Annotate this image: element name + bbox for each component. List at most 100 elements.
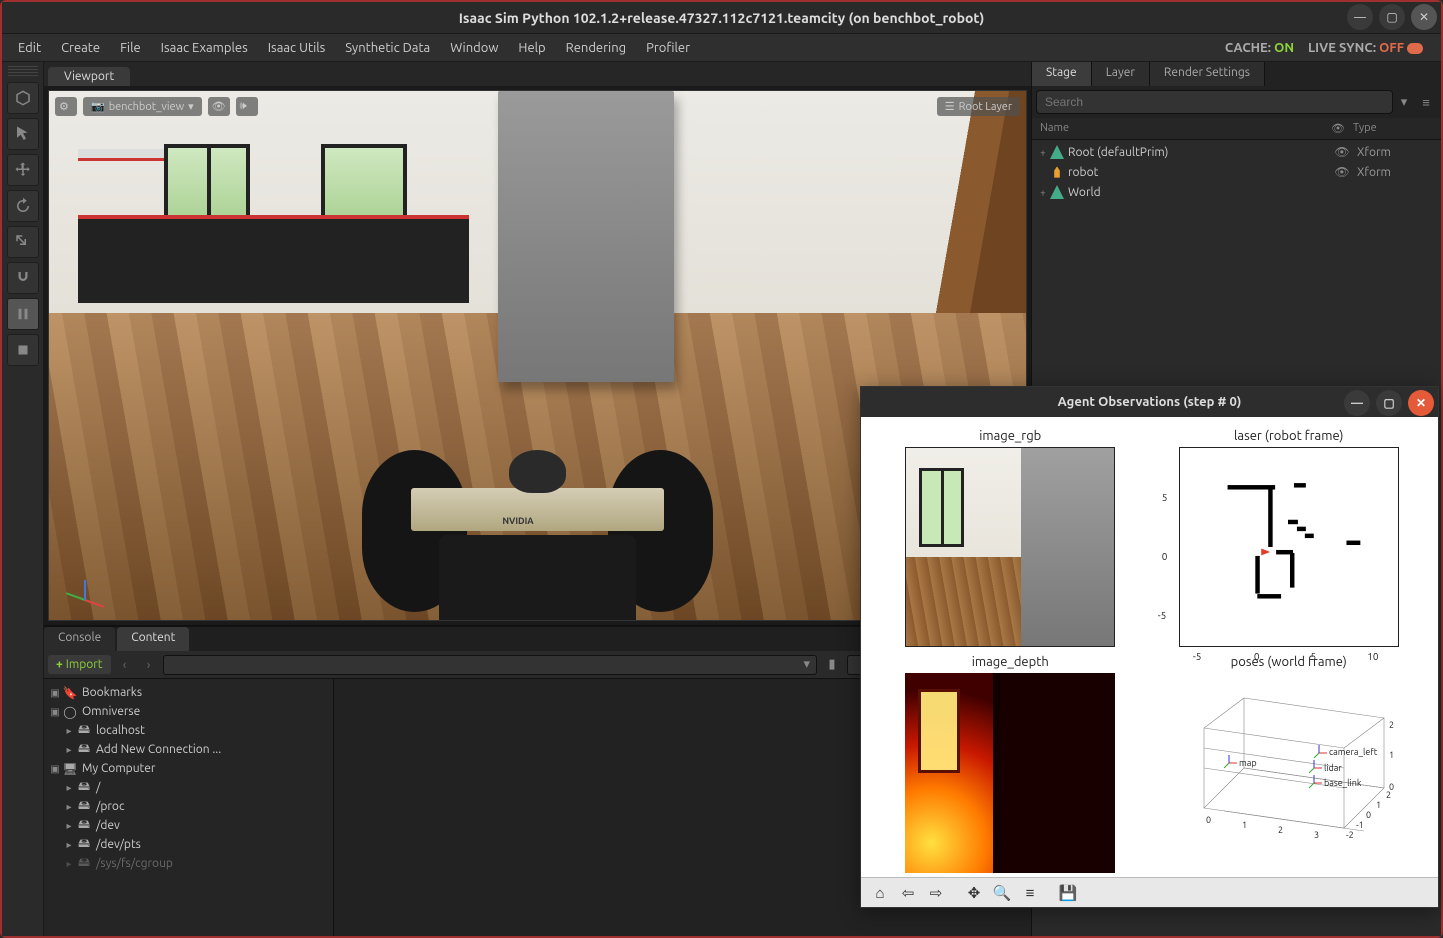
- stage-columns: Name 👁 Type: [1032, 118, 1441, 140]
- svg-text:lidar: lidar: [1324, 763, 1342, 773]
- content-tree: ▣🔖Bookmarks ▣◯Omniverse ▸🖴localhost ▸🖴Ad…: [44, 679, 334, 936]
- svg-text:2: 2: [1386, 790, 1391, 800]
- stage-tree: +Root (defaultPrim)👁Xform robot👁Xform +W…: [1032, 140, 1441, 204]
- root-layer-chip[interactable]: ☰ Root Layer: [937, 97, 1020, 116]
- select-tool-icon[interactable]: [7, 118, 39, 150]
- cloud-icon: [1407, 43, 1423, 54]
- stage-row-world[interactable]: +World: [1036, 182, 1437, 202]
- livesync-status[interactable]: LIVE SYNC: OFF: [1308, 41, 1423, 55]
- agent-minimize-button[interactable]: —: [1344, 390, 1370, 416]
- tab-content[interactable]: Content: [117, 627, 189, 651]
- mpl-home-icon[interactable]: ⌂: [867, 881, 893, 905]
- mpl-save-icon[interactable]: 💾: [1055, 881, 1081, 905]
- xform-icon: [1050, 185, 1064, 199]
- import-button[interactable]: +Import: [48, 655, 111, 674]
- viewport-tabs: Viewport: [44, 62, 1031, 86]
- svg-text:-1: -1: [1356, 820, 1364, 830]
- menu-file[interactable]: File: [112, 38, 149, 58]
- snap-tool-icon[interactable]: [7, 262, 39, 294]
- tree-mycomputer[interactable]: ▣🖥My Computer: [48, 759, 329, 778]
- nav-fwd-icon[interactable]: ›: [139, 658, 159, 672]
- stage-row-root[interactable]: +Root (defaultPrim)👁Xform: [1036, 142, 1437, 162]
- svg-text:3: 3: [1314, 830, 1319, 840]
- menu-help[interactable]: Help: [510, 38, 553, 58]
- mpl-zoom-icon[interactable]: 🔍: [989, 881, 1015, 905]
- menu-synthetic-data[interactable]: Synthetic Data: [337, 38, 438, 58]
- window-minimize-button[interactable]: —: [1347, 4, 1373, 30]
- svg-text:0: 0: [1366, 810, 1371, 820]
- tree-path-devpts[interactable]: ▸🖴/dev/pts: [48, 835, 329, 854]
- menu-bar: Edit Create File Isaac Examples Isaac Ut…: [2, 34, 1441, 62]
- tree-localhost[interactable]: ▸🖴localhost: [48, 721, 329, 740]
- tree-path-dev[interactable]: ▸🖴/dev: [48, 816, 329, 835]
- svg-text:2: 2: [1278, 825, 1283, 835]
- options-icon[interactable]: ≡: [1415, 91, 1437, 113]
- tree-path-cgroup[interactable]: ▸🖴/sys/fs/cgroup: [48, 854, 329, 873]
- tree-path-proc[interactable]: ▸🖴/proc: [48, 797, 329, 816]
- menu-create[interactable]: Create: [53, 38, 108, 58]
- tab-console[interactable]: Console: [44, 627, 115, 651]
- agent-window-title: Agent Observations (step # 0) — ▢ ✕: [861, 387, 1438, 417]
- menu-window[interactable]: Window: [442, 38, 506, 58]
- filter-icon[interactable]: ▾: [1393, 91, 1415, 113]
- plot-poses: poses (world frame) map camera_left: [1154, 655, 1425, 873]
- svg-text:2: 2: [1389, 720, 1394, 730]
- audio-icon[interactable]: 🕪: [236, 97, 258, 116]
- left-toolbar: [2, 62, 44, 936]
- window-close-button[interactable]: ✕: [1411, 4, 1437, 30]
- svg-text:1: 1: [1376, 800, 1381, 810]
- svg-text:camera_left: camera_left: [1329, 747, 1378, 757]
- mpl-pan-icon[interactable]: ✥: [961, 881, 987, 905]
- stop-icon[interactable]: [7, 334, 39, 366]
- camera-selector[interactable]: 📷 benchbot_view ▾: [83, 97, 202, 116]
- svg-text:0: 0: [1206, 815, 1211, 825]
- agent-maximize-button[interactable]: ▢: [1376, 390, 1402, 416]
- menu-isaac-utils[interactable]: Isaac Utils: [260, 38, 334, 58]
- viewport-settings-icon[interactable]: ⚙: [55, 97, 77, 116]
- xform-icon: [1050, 145, 1064, 159]
- tab-stage[interactable]: Stage: [1032, 62, 1092, 86]
- menu-profiler[interactable]: Profiler: [638, 38, 698, 58]
- tab-viewport[interactable]: Viewport: [48, 67, 130, 86]
- nav-back-icon[interactable]: ‹: [115, 658, 135, 672]
- window-titlebar: Isaac Sim Python 102.1.2+release.47327.1…: [2, 2, 1441, 34]
- tree-add-connection[interactable]: ▸🖴Add New Connection ...: [48, 740, 329, 759]
- stage-row-robot[interactable]: robot👁Xform: [1036, 162, 1437, 182]
- plot-image-rgb: image_rgb: [875, 429, 1146, 647]
- svg-text:map: map: [1239, 758, 1257, 768]
- axis-gizmo[interactable]: [59, 560, 109, 610]
- move-tool-icon[interactable]: [7, 154, 39, 186]
- scale-tool-icon[interactable]: [7, 226, 39, 258]
- agent-observations-window[interactable]: Agent Observations (step # 0) — ▢ ✕ imag…: [860, 386, 1439, 908]
- agent-close-button[interactable]: ✕: [1408, 390, 1434, 416]
- mpl-back-icon[interactable]: ⇦: [895, 881, 921, 905]
- robot-icon: [1050, 165, 1064, 179]
- tree-omniverse[interactable]: ▣◯Omniverse: [48, 702, 329, 721]
- mpl-forward-icon[interactable]: ⇨: [923, 881, 949, 905]
- mpl-config-icon[interactable]: ≡: [1017, 881, 1043, 905]
- rotate-tool-icon[interactable]: [7, 190, 39, 222]
- tab-layer[interactable]: Layer: [1092, 62, 1150, 86]
- matplotlib-toolbar: ⌂ ⇦ ⇨ ✥ 🔍 ≡ 💾: [861, 877, 1438, 907]
- tree-bookmarks[interactable]: ▣🔖Bookmarks: [48, 683, 329, 702]
- pause-icon[interactable]: [7, 298, 39, 330]
- bookmark-icon[interactable]: ▮: [821, 654, 843, 676]
- svg-text:1: 1: [1389, 750, 1394, 760]
- menu-edit[interactable]: Edit: [10, 38, 49, 58]
- plot-image-depth: image_depth: [875, 655, 1146, 873]
- cube-tool-icon[interactable]: [7, 82, 39, 114]
- window-title: Isaac Sim Python 102.1.2+release.47327.1…: [459, 10, 985, 26]
- tab-render-settings[interactable]: Render Settings: [1150, 62, 1265, 86]
- svg-text:base_link: base_link: [1324, 778, 1362, 788]
- visibility-icon[interactable]: 👁: [208, 97, 230, 116]
- stage-search-input[interactable]: [1036, 90, 1393, 114]
- svg-text:1: 1: [1242, 820, 1247, 830]
- menu-rendering[interactable]: Rendering: [558, 38, 634, 58]
- robot-brand-label: NVIDIA: [502, 516, 533, 526]
- toolbar-grip: [8, 66, 38, 76]
- tree-path-root[interactable]: ▸🖴/: [48, 778, 329, 797]
- path-field[interactable]: ▾: [163, 655, 817, 675]
- window-maximize-button[interactable]: ▢: [1379, 4, 1405, 30]
- menu-isaac-examples[interactable]: Isaac Examples: [153, 38, 256, 58]
- eye-icon: 👁: [1323, 122, 1353, 135]
